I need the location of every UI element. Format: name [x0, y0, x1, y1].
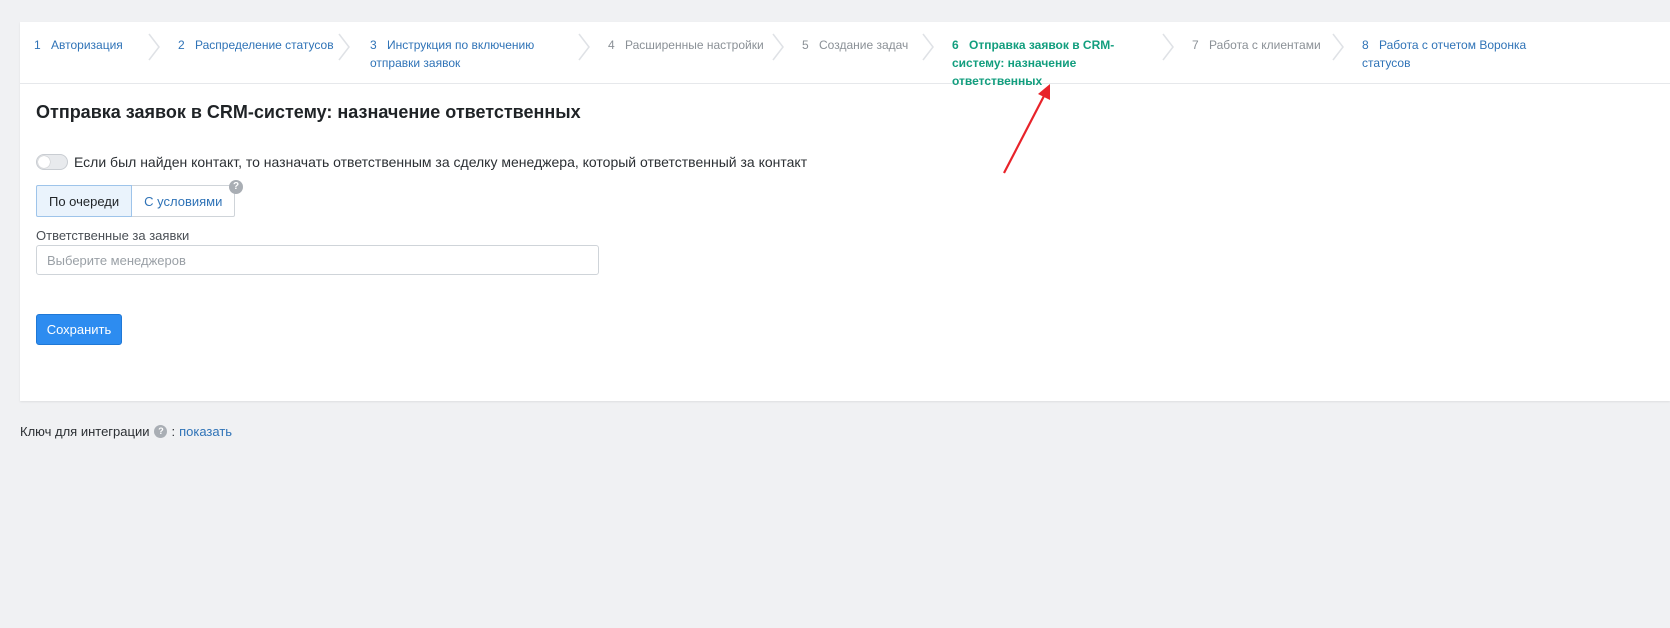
step-3[interactable]: 3 Инструкция по включению отправки заявок	[370, 36, 540, 72]
responsible-label: Ответственные за заявки	[36, 228, 190, 243]
show-key-link[interactable]: показать	[179, 424, 232, 439]
step-2[interactable]: 2 Распределение статусов	[178, 36, 334, 54]
annotation-arrow-icon	[1003, 84, 1050, 174]
step-5[interactable]: 5 Создание задач	[802, 36, 908, 54]
mode-round-robin-button[interactable]: По очереди	[36, 185, 133, 217]
step-1[interactable]: 1 Авторизация	[34, 36, 123, 54]
chevron-right-icon	[148, 33, 160, 61]
distribution-mode-group: По очереди С условиями	[36, 185, 236, 217]
managers-select-input[interactable]	[36, 245, 599, 275]
settings-card: 1 Авторизация 2 Распределение статусов 3 Ин…	[20, 22, 1670, 401]
chevron-right-icon	[338, 33, 350, 61]
step-8[interactable]: 8 Работа с отчетом Воронка статусов	[1362, 36, 1542, 72]
help-icon[interactable]: ?	[229, 180, 243, 194]
mode-conditions-button[interactable]: С условиями	[132, 185, 236, 217]
page-title: Отправка заявок в CRM-систему: назначени…	[36, 102, 581, 122]
step-7[interactable]: 7 Работа с клиентами	[1192, 36, 1321, 54]
assign-by-contact-toggle[interactable]	[36, 154, 68, 170]
chevron-right-icon	[578, 33, 590, 61]
save-button[interactable]: Сохранить	[36, 314, 122, 345]
assign-by-contact-label: Если был найден контакт, то назначать от…	[74, 154, 808, 170]
assign-by-contact-row: Если был найден контакт, то назначать от…	[36, 154, 807, 170]
step-4[interactable]: 4 Расширенные настройки	[608, 36, 764, 54]
integration-key-label: Ключ для интеграции	[20, 424, 150, 439]
chevron-right-icon	[1332, 33, 1344, 61]
steps-bar: 1 Авторизация 2 Распределение статусов 3 Ин…	[20, 22, 1670, 88]
chevron-right-icon	[1162, 33, 1174, 61]
chevron-right-icon	[772, 33, 784, 61]
separator: :	[171, 424, 176, 439]
integration-key-row: Ключ для интеграции ? : показать	[20, 424, 232, 439]
help-icon[interactable]: ?	[154, 425, 168, 438]
chevron-right-icon	[922, 33, 934, 61]
